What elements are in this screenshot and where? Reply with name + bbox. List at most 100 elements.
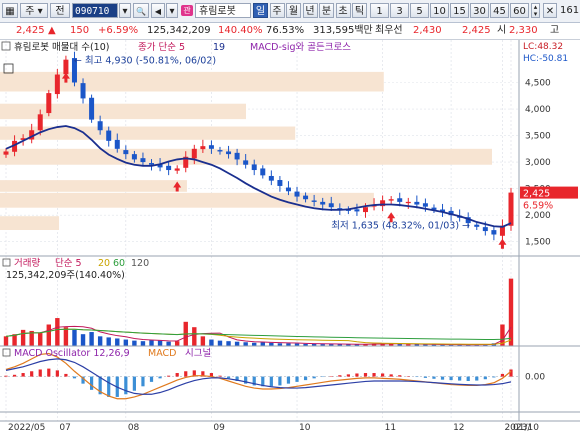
macd-oscillator-bar [338, 375, 341, 376]
macd-oscillator-bar [270, 377, 273, 387]
last-price-label: 2,425 [523, 189, 550, 200]
candle-body [363, 207, 368, 212]
volume-bar [149, 340, 153, 346]
volume-profile-band-6 [0, 216, 59, 230]
macd-oscillator-bar [158, 377, 161, 379]
quote-bar: 2,425 ▲ 150 +6.59% 125,342,209 140.40% 7… [0, 23, 580, 40]
volume-bar [192, 327, 196, 346]
prev-stock-icon[interactable]: ◀ [151, 3, 165, 18]
interval-button-15[interactable]: 15 [450, 3, 469, 18]
interval-button-1[interactable]: 1 [370, 3, 389, 18]
tab-period-6[interactable]: 틱 [352, 3, 367, 18]
macd-oscillator-bar [4, 376, 7, 377]
price-legend-macd-cross: MACD-sig와 골든크로스 [250, 41, 351, 53]
chart-area[interactable]: 2022/050708091011122023/01/104,5004,0003… [0, 40, 580, 431]
volume-bar [175, 341, 179, 346]
high-label: 고 [550, 23, 559, 39]
interval-spinner[interactable]: ▴▾ [531, 3, 540, 18]
candle-body [166, 166, 171, 170]
tab-period-0[interactable]: 일 [253, 3, 268, 18]
candle-body [252, 164, 257, 170]
volume-bar [64, 327, 68, 346]
lc-label: LC:48.32 [523, 42, 563, 52]
volume-bar [209, 340, 213, 346]
best-quote-label: 최우선 [375, 23, 403, 39]
stock-name-field[interactable]: 휴림로봇 [195, 3, 251, 18]
price-legend-ma5: 종가 단순 5 [138, 42, 185, 53]
price-tick-label: 1,500 [525, 238, 551, 248]
interval-button-10[interactable]: 10 [430, 3, 449, 18]
macd-oscillator-bar [141, 377, 144, 387]
macd-oscillator-bar [509, 369, 512, 376]
macd-tick-label: 0.00 [525, 373, 545, 383]
volume-bar [124, 340, 128, 346]
volume-profile-band-4 [0, 180, 187, 192]
volume-ratio: 140.40% [218, 23, 263, 39]
market-select[interactable]: 주 ▾ [20, 3, 48, 18]
interval-button-45[interactable]: 45 [490, 3, 509, 18]
candle-body [406, 202, 411, 203]
macd-oscillator-bar [167, 376, 170, 377]
candle-body [414, 202, 419, 205]
candle-body [354, 209, 359, 211]
macd-oscillator-bar [441, 377, 444, 380]
close-icon[interactable]: ✕ [543, 3, 557, 18]
volume-bar [55, 318, 59, 346]
volume-panel-title: 거래량 [14, 257, 40, 269]
volume-bar [158, 341, 162, 346]
candle-body [98, 121, 103, 130]
candle-body [132, 154, 137, 159]
volume-bar [201, 336, 205, 346]
x-tick-label: 11 [385, 423, 396, 431]
tab-period-1[interactable]: 주 [270, 3, 285, 18]
tab-period-3[interactable]: 년 [303, 3, 318, 18]
candle-body [474, 225, 479, 227]
macd-oscillator-bar [133, 377, 136, 391]
candle-body [295, 192, 300, 197]
interval-button-5[interactable]: 5 [410, 3, 429, 18]
candle-body [140, 158, 145, 162]
interval-button-3[interactable]: 3 [390, 3, 409, 18]
interval-button-30[interactable]: 30 [470, 3, 489, 18]
candle-body [320, 202, 325, 205]
high-annotation: ← 최고 4,930 (-50.81%, 06/02) [74, 56, 216, 67]
nav-menu-icon[interactable]: ▾ [166, 3, 178, 18]
candle-body [46, 93, 51, 113]
macd-oscillator-bar [150, 377, 153, 382]
candle-body [483, 227, 488, 231]
last-pct-label: 6.59% [523, 201, 553, 212]
interest-badge[interactable]: 관 [180, 3, 194, 18]
macd-oscillator-bar [287, 377, 290, 384]
interval-button-60[interactable]: 60 [510, 3, 529, 18]
search-icon[interactable]: 🔍 [133, 3, 149, 18]
spin-down-icon[interactable]: ▾ [534, 10, 538, 18]
candle-body [491, 230, 496, 234]
stock-chart-svg[interactable]: 2022/050708091011122023/01/104,5004,0003… [0, 40, 580, 431]
code-dropdown-icon[interactable]: ▾ [119, 3, 131, 18]
macd-oscillator-bar [278, 377, 281, 386]
open-price: 2,330 [509, 23, 538, 39]
period-select[interactable]: 전 [50, 3, 70, 18]
candle-body [329, 203, 334, 207]
price-legend-ma19: 19 [213, 42, 225, 53]
stock-code-input[interactable]: 090710 [72, 3, 118, 18]
volume-bar [107, 337, 111, 346]
tab-period-5[interactable]: 초 [336, 3, 351, 18]
up-arrow-icon: ▲ [48, 23, 56, 39]
price-tick-label: 3,500 [525, 132, 551, 142]
turnover-value: 76.53% [266, 23, 304, 39]
tab-period-2[interactable]: 월 [286, 3, 301, 18]
candle-body [269, 176, 274, 181]
candle-body [389, 199, 394, 200]
volume-bar [261, 342, 265, 346]
grid-menu-icon[interactable]: ▦ [2, 3, 18, 18]
macd-oscillator-bar [467, 377, 470, 381]
display-count[interactable]: 161 [560, 3, 580, 18]
macd-oscillator-bar [47, 369, 50, 377]
candle-body [89, 98, 94, 120]
candle-body [423, 203, 428, 206]
tab-period-4[interactable]: 분 [319, 3, 334, 18]
volume-bar [38, 333, 42, 346]
candle-body [243, 160, 248, 164]
candle-body [55, 75, 60, 95]
